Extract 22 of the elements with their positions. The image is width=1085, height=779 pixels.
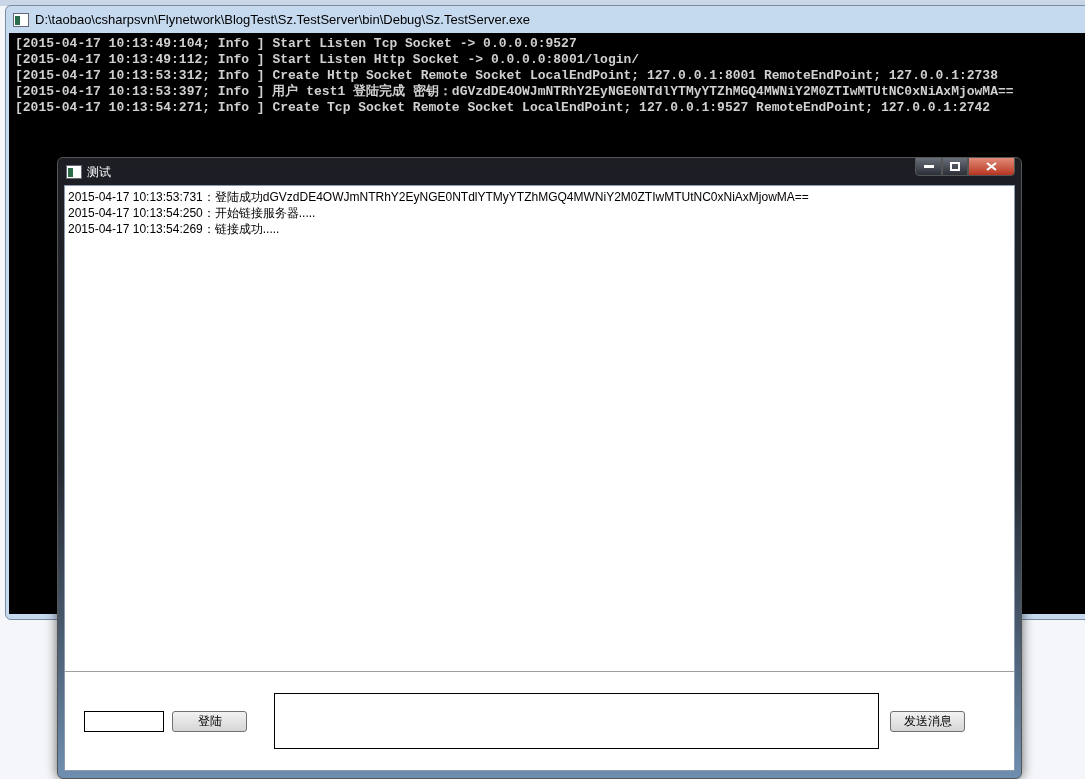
- log-entry: 2015-04-17 10:13:54:269：链接成功.....: [68, 221, 280, 237]
- maximize-icon: [950, 162, 960, 171]
- window-title: D:\taobao\csharpsvn\Flynetwork\BlogTest\Sz.TestServer\bin\Debug\Sz.TestServer.exe: [35, 10, 530, 29]
- log-entry: 2015-04-17 10:13:53:731：登陆成功dGVzdDE4OWJmNTRhY2EyNGE0NTdlYTMyYTZhMGQ4MWNiY2M0ZTIwMTUtNC0xNiAxMjowMA==: [68, 189, 809, 205]
- console-line: [2015-04-17 10:13:54:271; Info ] Create Tcp Socket Remote Socket LocalEndPoint; 127.0.0.1:9527 RemoteEndPoint; 127.0.0.1:2742: [15, 100, 991, 116]
- dialog-app-icon: [66, 164, 82, 179]
- window-title: 测试: [87, 163, 111, 181]
- console-app-icon: [13, 12, 29, 27]
- close-button[interactable]: [968, 157, 1015, 176]
- console-line: [2015-04-17 10:13:53:312; Info ] Create Http Socket Remote Socket LocalEndPoint; 127.0.0.1:8001 RemoteEndPoint; 127.0.0.1:2738: [15, 68, 998, 83]
- log-entry: 2015-04-17 10:13:54:250：开始链接服务器.....: [68, 205, 316, 221]
- minimize-button[interactable]: [915, 157, 942, 176]
- minimize-icon: [923, 165, 934, 168]
- username-field[interactable]: [84, 710, 164, 732]
- console-line: [2015-04-17 10:13:49:104; Info ] Start Listen Tcp Socket -> 0.0.0.0:9527: [15, 36, 577, 52]
- maximize-button[interactable]: [942, 157, 968, 176]
- console-line: [2015-04-17 10:13:49:112; Info ] Start Listen Http Socket -> 0.0.0.0:8001/login/: [15, 52, 640, 68]
- send-button[interactable]: 发送消息: [890, 710, 965, 732]
- close-icon: [986, 162, 997, 171]
- login-button[interactable]: 登陆: [172, 710, 247, 732]
- console-line: [2015-04-17 10:13:53:397; Info ] 用户 test1 登陆完成 密钥：dGVzdDE4OWJmNTRhY2EyNGE0NTdlYTMyYTZhMGQ4MWNiY2M0ZTIwMTUtNC0xNiAxMjowMA==: [15, 84, 1014, 100]
- message-field[interactable]: [274, 693, 879, 749]
